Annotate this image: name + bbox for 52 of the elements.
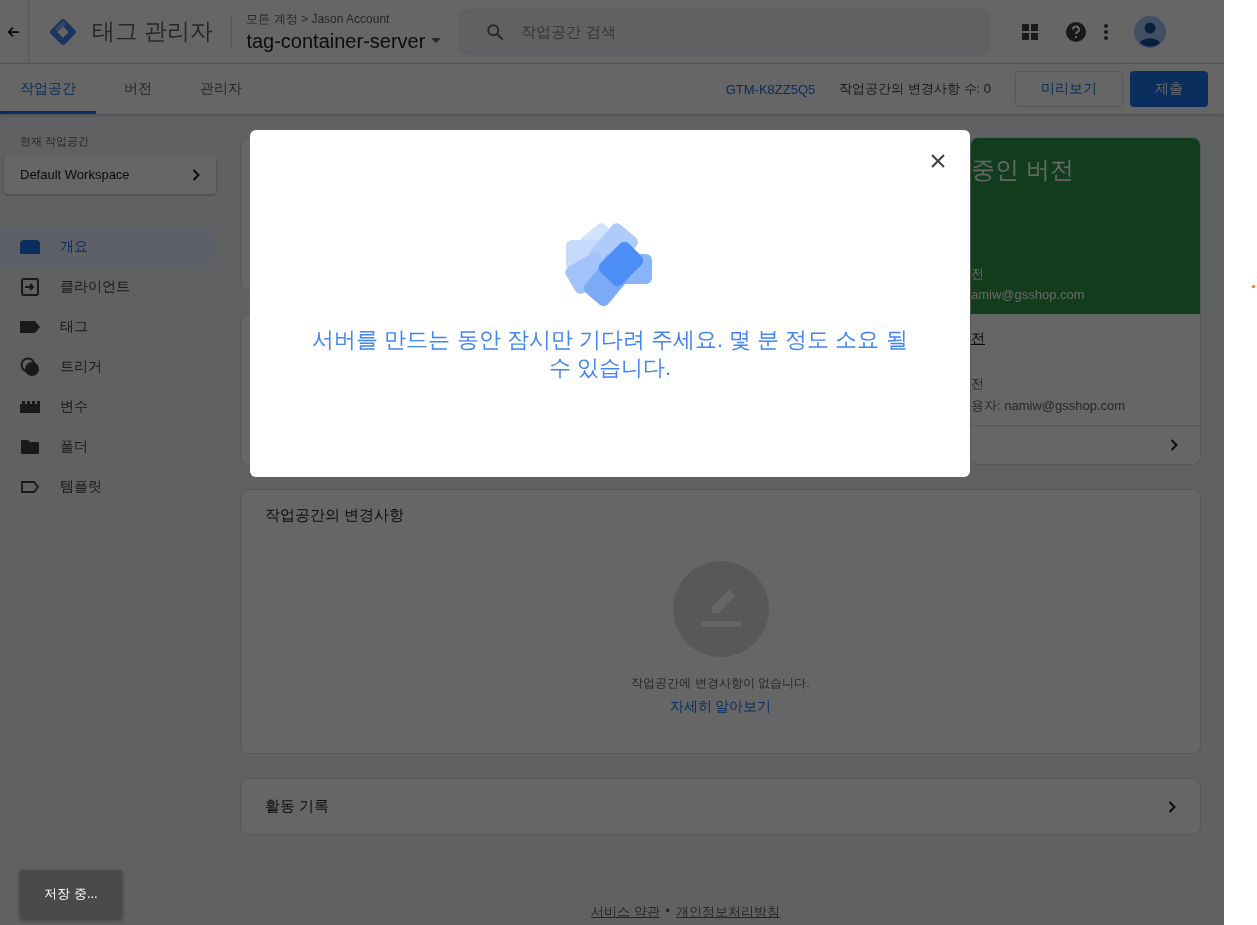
label-icon xyxy=(20,321,40,333)
search-icon xyxy=(485,21,506,42)
changes-count: 작업공간의 변경사항 수: 0 xyxy=(839,80,991,98)
learn-more-link[interactable]: 자세히 알아보기 xyxy=(669,698,772,716)
container-id-link[interactable]: GTM-K8ZZ5Q5 xyxy=(725,81,816,97)
nav-item[interactable]: 개요 xyxy=(0,227,216,267)
label-outline-icon xyxy=(20,481,40,493)
caret-icon xyxy=(431,38,442,44)
container-selector[interactable]: tag-container-server xyxy=(246,29,442,53)
version-detail: 전 xyxy=(971,375,985,393)
separator-dot: • xyxy=(665,903,671,920)
chevron-right-icon xyxy=(192,168,200,181)
nav-item[interactable]: 태그 xyxy=(0,307,216,347)
version-detail: 전 xyxy=(971,265,985,283)
version-title-link[interactable]: 전 xyxy=(971,330,985,348)
bricks-icon xyxy=(20,401,40,413)
back-arrow-icon[interactable] xyxy=(6,24,20,39)
close-icon[interactable] xyxy=(931,154,945,168)
terms-link[interactable]: 서비스 약관 xyxy=(590,903,660,921)
card-title: 중인 버전 xyxy=(971,155,1075,185)
nav-item[interactable]: 변수 xyxy=(0,387,216,427)
workspace-selector[interactable]: Default Workspace xyxy=(4,155,216,194)
nav-item[interactable]: 템플릿 xyxy=(0,467,216,507)
breadcrumb[interactable]: 모든 계정 > Jason Account xyxy=(246,10,442,28)
nav-item[interactable]: 트리거 xyxy=(0,347,216,387)
avatar-icon[interactable] xyxy=(1134,15,1167,48)
empty-message: 작업공간에 변경사항이 없습니다. xyxy=(631,675,810,692)
tab[interactable]: 관리자 xyxy=(180,64,262,114)
folder-icon xyxy=(20,440,40,454)
chevron-right-icon xyxy=(1168,800,1176,813)
login-box-icon xyxy=(20,278,40,296)
more-options-icon[interactable] xyxy=(1104,23,1109,40)
chevron-right-icon[interactable] xyxy=(1170,439,1178,451)
product-name: 태그 관리자 xyxy=(92,17,214,46)
submit-button[interactable]: 제출 xyxy=(1130,71,1208,107)
loading-message: 서버를 만드는 동안 잠시만 기다려 주세요. 몇 분 정도 소요 될 수 있습니다. xyxy=(311,326,909,382)
saving-toast: 저장 중... xyxy=(20,870,122,918)
tab[interactable]: 작업공간 xyxy=(0,64,96,114)
marker-dot xyxy=(1252,285,1255,288)
apps-grid-icon[interactable] xyxy=(1022,23,1039,40)
card-title: 작업공간의 변경사항 xyxy=(265,506,406,525)
version-detail: amiw@gsshop.com xyxy=(971,287,1086,302)
overlapping-circles-icon xyxy=(20,357,40,377)
tab[interactable]: 버전 xyxy=(104,64,172,114)
preview-button[interactable]: 미리보기 xyxy=(1015,71,1123,107)
activity-card[interactable]: 활동 기록 xyxy=(240,778,1201,835)
nav-item[interactable]: 폴더 xyxy=(0,427,216,467)
help-icon[interactable] xyxy=(1066,21,1087,42)
nav-item[interactable]: 클라이언트 xyxy=(0,267,216,307)
tray-icon xyxy=(20,240,40,254)
privacy-link[interactable]: 개인정보처리방침 xyxy=(676,903,781,921)
version-detail: 용자: namiw@gsshop.com xyxy=(971,397,1127,415)
